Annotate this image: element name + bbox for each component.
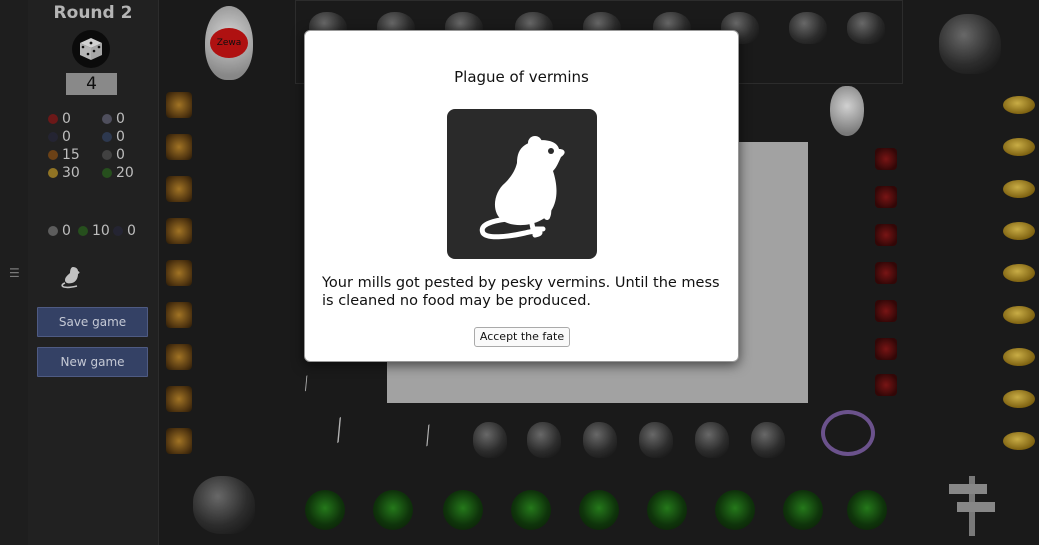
rat-icon <box>447 109 597 259</box>
event-dialog: Plague of vermins Your mills got pested … <box>304 30 739 362</box>
accept-fate-button[interactable]: Accept the fate <box>474 327 570 347</box>
dialog-message: Your mills got pested by pesky vermins. … <box>322 275 720 309</box>
dialog-title: Plague of vermins <box>454 68 589 86</box>
